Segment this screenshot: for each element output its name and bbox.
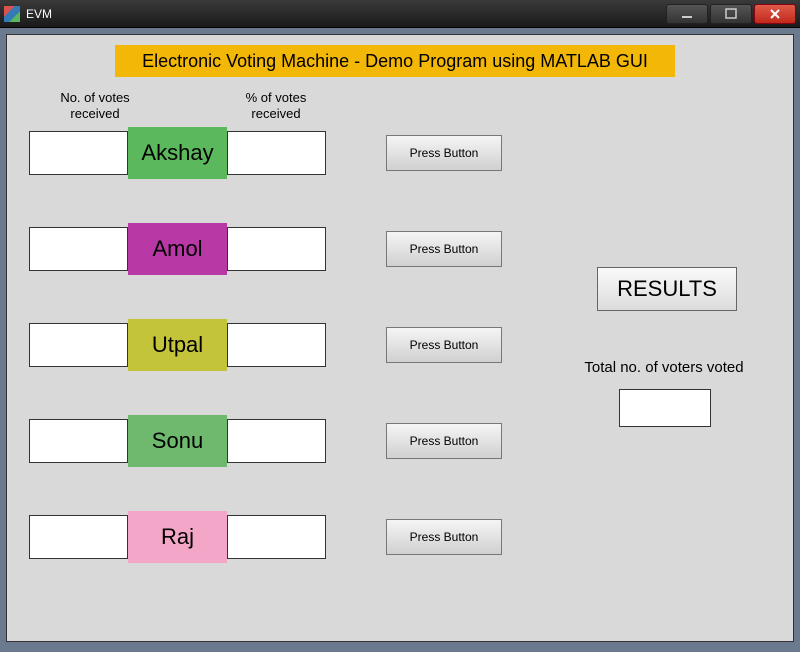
percent-field	[227, 227, 326, 271]
percent-column-label: % of votes received	[231, 90, 321, 121]
app-window: EVM Electronic Voting Machine - Demo Pro…	[0, 0, 800, 652]
candidate-name: Utpal	[128, 319, 227, 371]
maximize-icon	[725, 8, 737, 20]
candidate-row: Utpal Press Button	[29, 319, 519, 371]
candidate-row: Sonu Press Button	[29, 415, 519, 467]
close-icon	[769, 8, 781, 20]
close-button[interactable]	[754, 4, 796, 24]
percent-field	[227, 323, 326, 367]
votes-field	[29, 323, 128, 367]
vote-button[interactable]: Press Button	[386, 231, 502, 267]
percent-field	[227, 419, 326, 463]
votes-field	[29, 227, 128, 271]
candidate-name: Akshay	[128, 127, 227, 179]
percent-field	[227, 131, 326, 175]
percent-field	[227, 515, 326, 559]
vote-button[interactable]: Press Button	[386, 519, 502, 555]
vote-button[interactable]: Press Button	[386, 423, 502, 459]
title-banner: Electronic Voting Machine - Demo Program…	[115, 45, 675, 77]
maximize-button[interactable]	[710, 4, 752, 24]
candidate-name: Raj	[128, 511, 227, 563]
votes-field	[29, 131, 128, 175]
votes-column-label: No. of votes received	[45, 90, 145, 121]
results-button[interactable]: RESULTS	[597, 267, 737, 311]
candidate-row: Amol Press Button	[29, 223, 519, 275]
matlab-icon	[4, 6, 20, 22]
vote-button[interactable]: Press Button	[386, 327, 502, 363]
vote-button[interactable]: Press Button	[386, 135, 502, 171]
titlebar[interactable]: EVM	[0, 0, 800, 28]
gui-figure: Electronic Voting Machine - Demo Program…	[6, 34, 794, 642]
candidate-name: Amol	[128, 223, 227, 275]
minimize-button[interactable]	[666, 4, 708, 24]
candidate-row: Raj Press Button	[29, 511, 519, 563]
window-title: EVM	[26, 7, 52, 21]
total-voters-label: Total no. of voters voted	[559, 359, 769, 376]
total-voters-field	[619, 389, 711, 427]
candidate-row: Akshay Press Button	[29, 127, 519, 179]
votes-field	[29, 515, 128, 559]
candidate-name: Sonu	[128, 415, 227, 467]
minimize-icon	[681, 8, 693, 20]
votes-field	[29, 419, 128, 463]
